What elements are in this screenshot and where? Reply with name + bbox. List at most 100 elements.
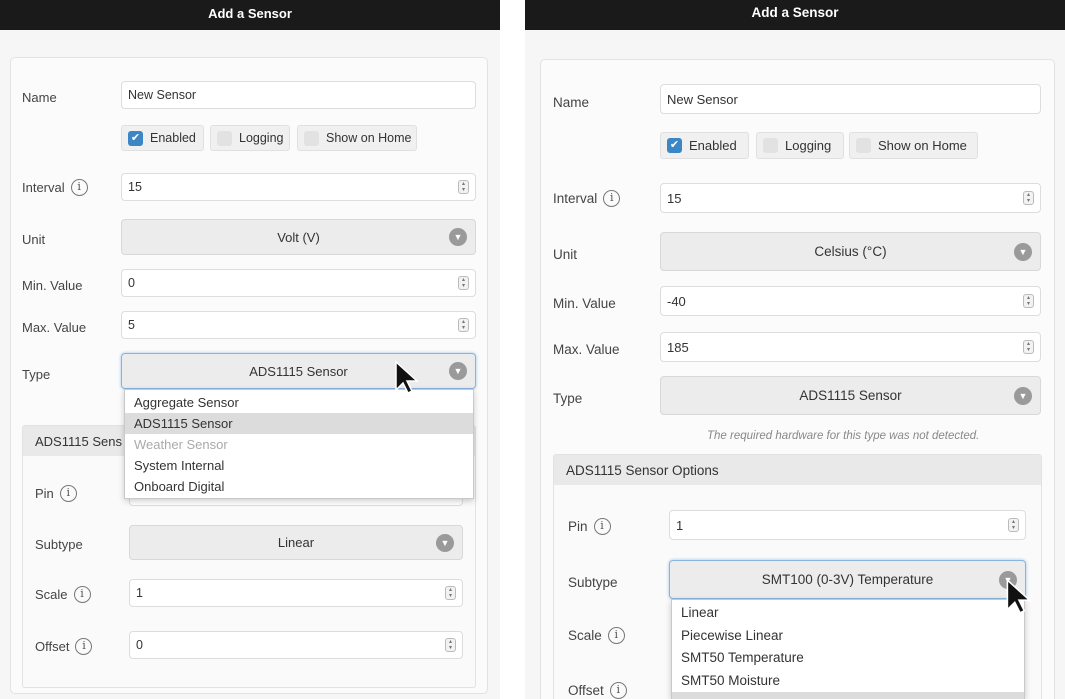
hardware-warning-note: The required hardware for this type was … xyxy=(707,430,980,442)
enabled-checkbox[interactable]: ✔ Enabled xyxy=(121,125,204,151)
type-option[interactable]: System Internal xyxy=(125,455,473,476)
spinner-icon[interactable]: ▴ ▾ xyxy=(458,180,469,194)
scale-input[interactable]: 1 ▴ ▾ xyxy=(129,579,463,607)
subtype-option[interactable]: SMT50 Moisture xyxy=(672,670,1024,693)
enabled-label: Enabled xyxy=(689,138,737,153)
type-option-disabled: Weather Sensor xyxy=(134,437,228,452)
type-dropdown-list: Aggregate Sensor ADS1115 Sensor Weather … xyxy=(124,389,474,499)
subtype-select[interactable]: SMT100 (0-3V) Temperature ▼ xyxy=(669,560,1026,599)
info-icon[interactable]: i xyxy=(75,638,93,655)
type-select[interactable]: ADS1115 Sensor ▼ xyxy=(660,376,1041,415)
show-on-home-checkbox[interactable]: Show on Home xyxy=(849,132,978,159)
name-input[interactable]: New Sensor xyxy=(660,84,1041,114)
chevron-down-icon: ▼ xyxy=(1014,242,1032,261)
spinner-icon[interactable]: ▴ ▾ xyxy=(445,586,456,600)
enabled-label: Enabled xyxy=(150,131,196,145)
checkbox-box xyxy=(856,138,871,153)
checkbox-box xyxy=(217,130,232,146)
interval-value: 15 xyxy=(128,180,142,194)
max-value-label: Max. Value xyxy=(22,320,87,335)
offset-value: 0 xyxy=(136,638,143,652)
checkbox-box xyxy=(304,130,319,146)
scale-label-text: Scale xyxy=(35,587,68,602)
min-value-label: Min. Value xyxy=(22,278,83,293)
show-on-home-checkbox[interactable]: Show on Home xyxy=(297,125,417,151)
min-value-label: Min. Value xyxy=(553,296,616,311)
unit-select[interactable]: Volt (V) ▼ xyxy=(121,219,476,255)
subtype-option[interactable]: Piecewise Linear xyxy=(672,625,1024,648)
min-value: -40 xyxy=(667,293,686,309)
subtype-label: Subtype xyxy=(35,537,83,552)
left-panel: Add a Sensor Name New Sensor ✔ Enabled Lo… xyxy=(0,0,500,699)
interval-input[interactable]: 15 ▴ ▾ xyxy=(121,173,476,201)
spinner-icon[interactable]: ▴ ▾ xyxy=(1008,518,1019,532)
type-value: ADS1115 Sensor xyxy=(799,388,902,403)
unit-label: Unit xyxy=(553,247,578,262)
name-label: Name xyxy=(22,90,57,105)
subtype-option-selected[interactable] xyxy=(672,692,1024,699)
offset-label-text: Offset xyxy=(35,639,70,654)
checkmark-icon: ✔ xyxy=(667,138,682,153)
type-value: ADS1115 Sensor xyxy=(249,363,348,379)
chevron-down-icon: ▼ xyxy=(449,228,467,246)
spinner-icon[interactable]: ▴ ▾ xyxy=(1023,191,1034,205)
type-select[interactable]: ADS1115 Sensor ▼ xyxy=(121,353,476,389)
page-title: Add a Sensor xyxy=(0,0,500,30)
subtype-option[interactable]: SMT50 Temperature xyxy=(672,647,1024,670)
subtype-select[interactable]: Linear ▼ xyxy=(129,525,463,560)
enabled-checkbox[interactable]: ✔ Enabled xyxy=(660,132,749,159)
info-icon[interactable]: i xyxy=(70,179,88,196)
min-value-input[interactable]: 0 ▴ ▾ xyxy=(121,269,476,297)
sensor-options-header: ADS1115 Sensor Options xyxy=(554,455,1041,485)
interval-label: Interval i xyxy=(553,190,621,207)
offset-input[interactable]: 0 ▴ ▾ xyxy=(129,631,463,659)
max-value: 185 xyxy=(667,339,689,355)
spinner-icon[interactable]: ▴ ▾ xyxy=(458,318,469,332)
pin-value: 1 xyxy=(676,517,684,533)
interval-input[interactable]: 15 ▴ ▾ xyxy=(660,183,1041,213)
subtype-option[interactable]: Linear xyxy=(672,602,1024,625)
type-option[interactable]: Aggregate Sensor xyxy=(125,392,473,413)
checkbox-box xyxy=(763,138,778,153)
type-option[interactable]: Onboard Digital xyxy=(125,476,473,497)
offset-label: Offset i xyxy=(35,638,93,655)
scale-label: Scale i xyxy=(568,627,625,644)
spinner-icon[interactable]: ▴ ▾ xyxy=(458,276,469,290)
interval-label-text: Interval xyxy=(22,180,65,195)
info-icon[interactable]: i xyxy=(593,518,611,535)
name-value: New Sensor xyxy=(667,91,738,107)
name-input[interactable]: New Sensor xyxy=(121,81,476,109)
max-value: 5 xyxy=(128,318,135,332)
spinner-icon[interactable]: ▴ ▾ xyxy=(1023,294,1034,308)
name-value: New Sensor xyxy=(128,88,197,102)
unit-select[interactable]: Celsius (°C) ▼ xyxy=(660,232,1041,271)
info-icon[interactable]: i xyxy=(73,586,91,603)
show-on-home-label: Show on Home xyxy=(878,138,967,153)
logging-label: Logging xyxy=(239,131,284,145)
logging-checkbox[interactable]: Logging xyxy=(210,125,290,151)
right-panel: Add a Sensor Name New Sensor ✔ Enabled Lo… xyxy=(525,0,1065,699)
info-icon[interactable]: i xyxy=(609,682,627,699)
unit-value: Celsius (°C) xyxy=(814,244,887,259)
unit-label: Unit xyxy=(22,232,46,247)
min-value: 0 xyxy=(128,276,135,290)
spinner-icon[interactable]: ▴ ▾ xyxy=(1023,340,1034,354)
logging-label: Logging xyxy=(785,138,832,153)
info-icon[interactable]: i xyxy=(607,627,625,644)
max-value-input[interactable]: 5 ▴ ▾ xyxy=(121,311,476,339)
max-value-input[interactable]: 185 ▴ ▾ xyxy=(660,332,1041,362)
subtype-value: SMT100 (0-3V) Temperature xyxy=(761,572,934,587)
info-icon[interactable]: i xyxy=(603,190,621,207)
mouse-cursor-icon xyxy=(395,360,419,395)
unit-value: Volt (V) xyxy=(277,229,320,245)
type-option-selected[interactable]: ADS1115 Sensor xyxy=(125,413,473,434)
min-value-input[interactable]: -40 ▴ ▾ xyxy=(660,286,1041,316)
info-icon[interactable]: i xyxy=(59,485,77,502)
logging-checkbox[interactable]: Logging xyxy=(756,132,844,159)
spinner-icon[interactable]: ▴ ▾ xyxy=(445,638,456,652)
chevron-down-icon: ▼ xyxy=(449,362,467,380)
pin-input[interactable]: 1 ▴ ▾ xyxy=(669,510,1026,540)
interval-value: 15 xyxy=(667,190,682,206)
subtype-dropdown-list: Linear Piecewise Linear SMT50 Temperatur… xyxy=(671,599,1025,699)
interval-label-text: Interval xyxy=(553,191,598,206)
